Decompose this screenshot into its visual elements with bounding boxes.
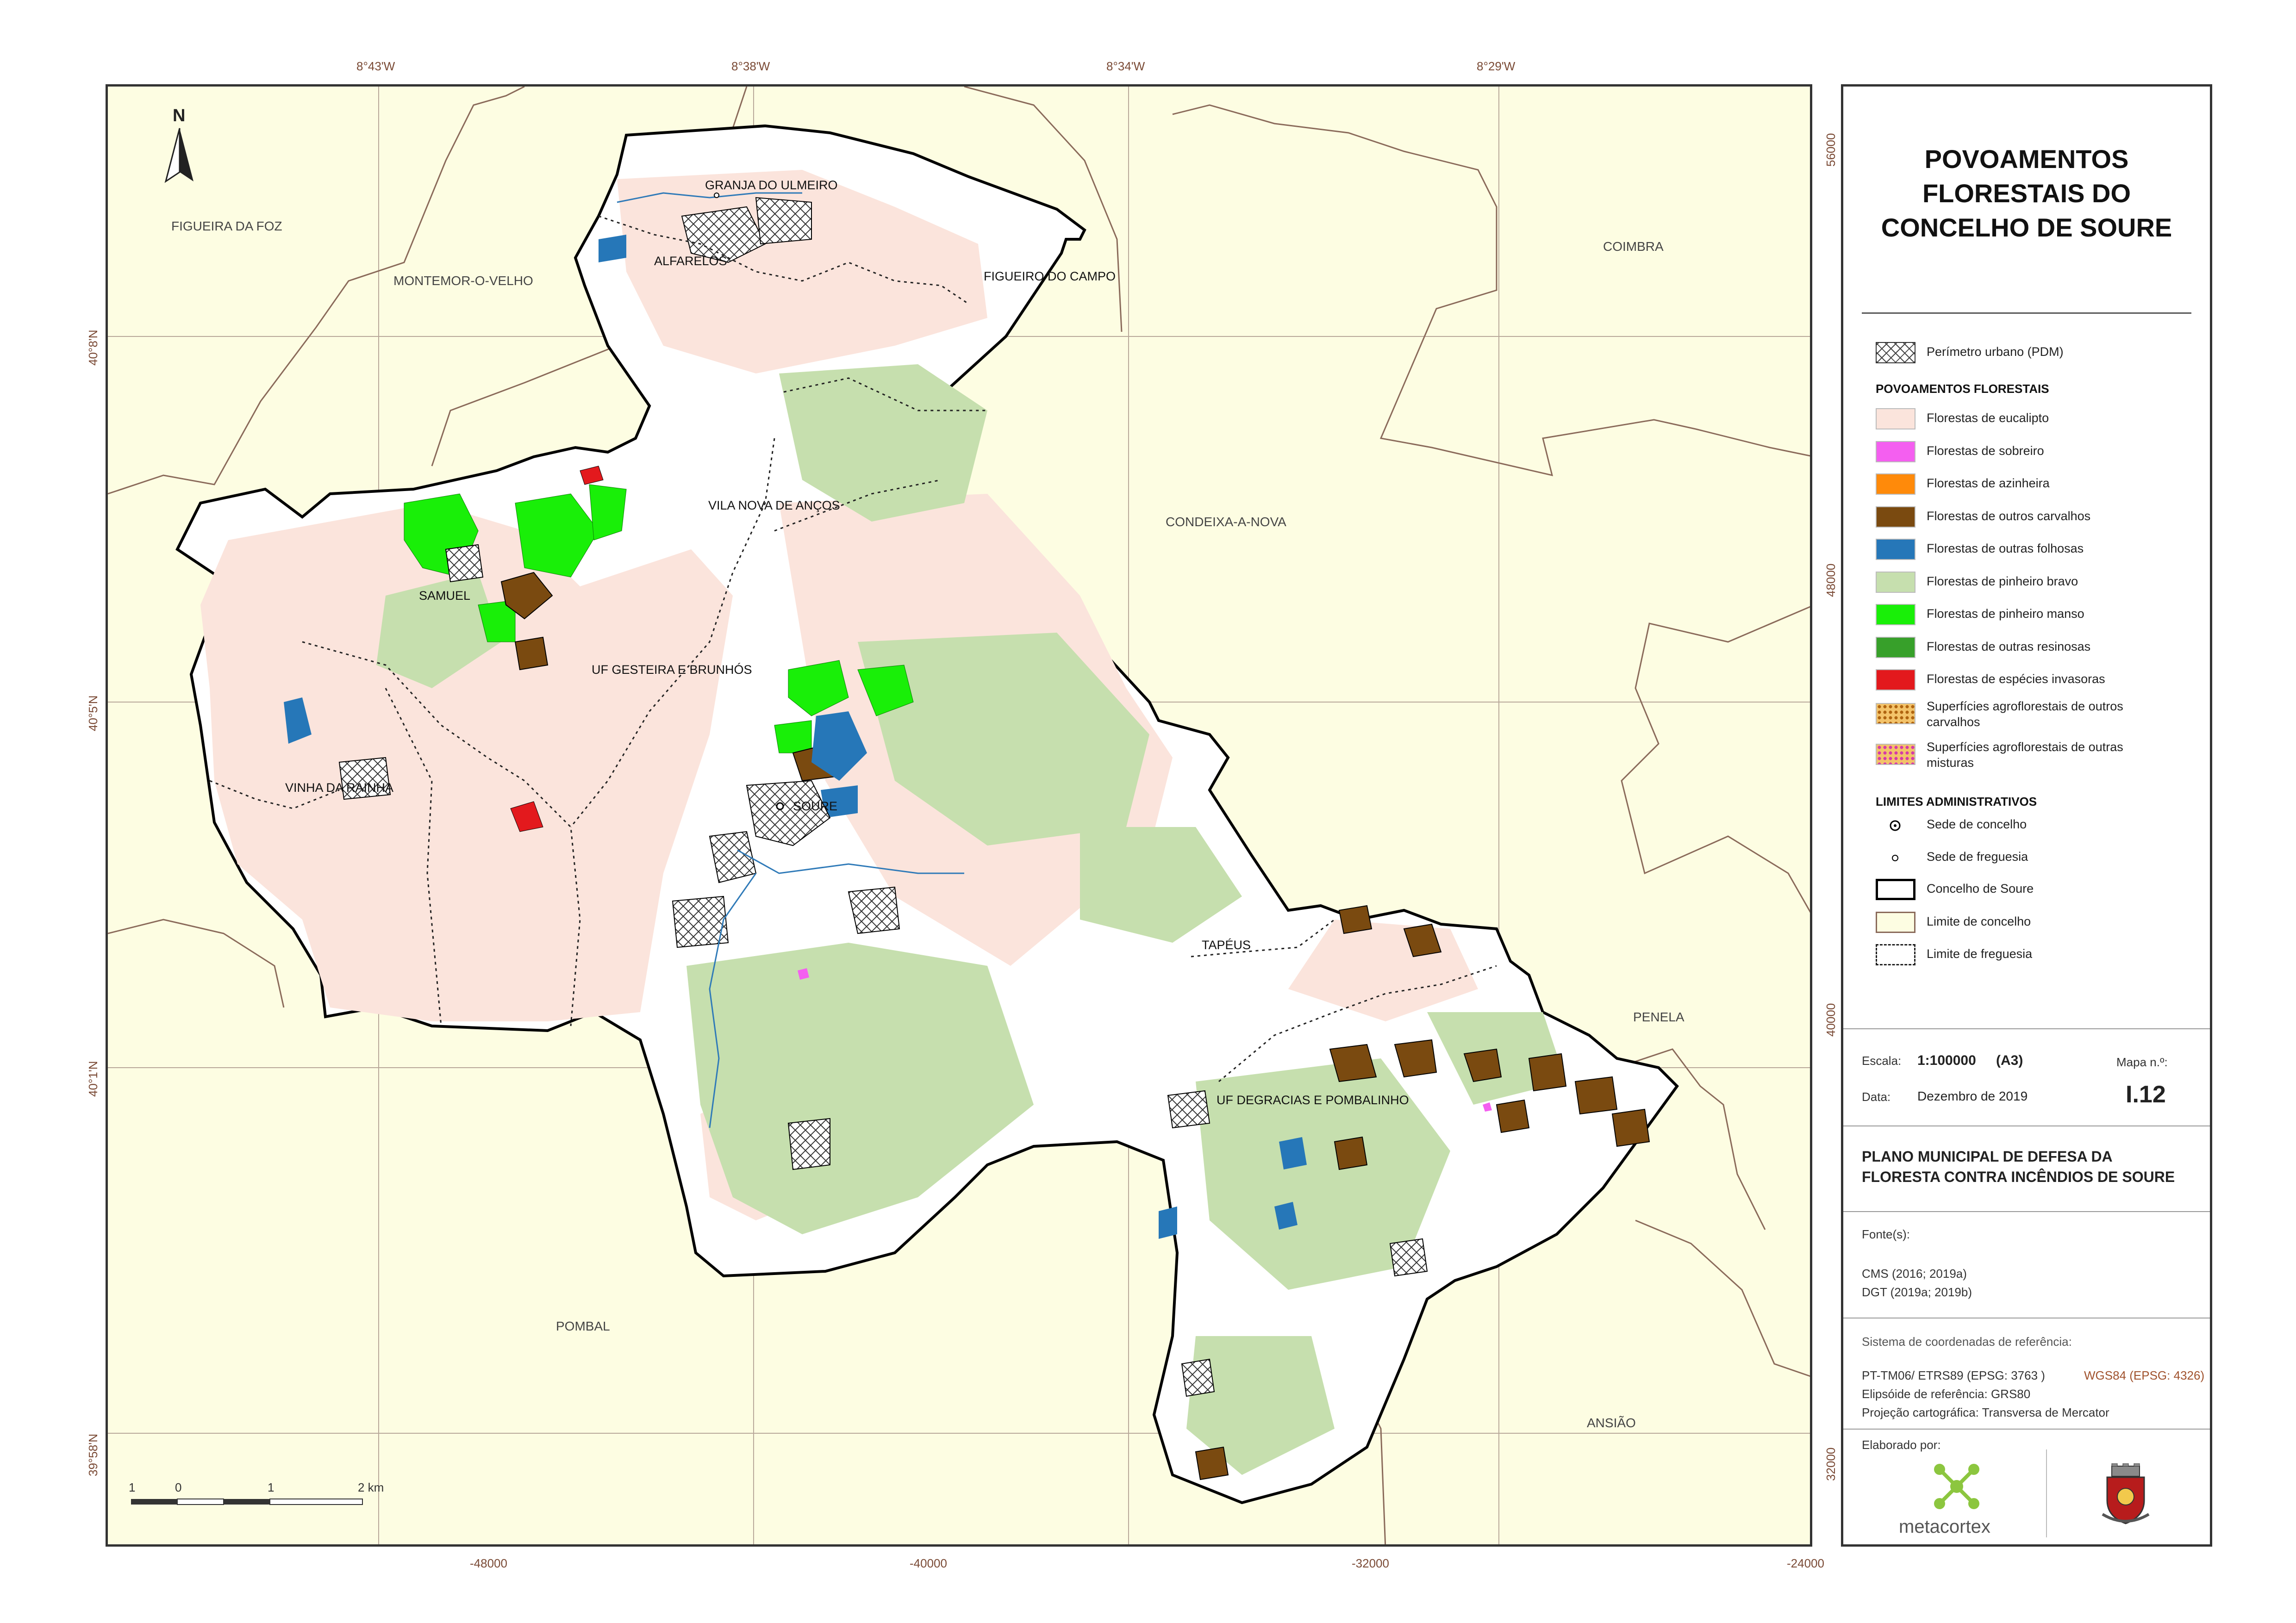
sede-concelho-symbol [1890,820,1901,831]
neighbor-label: POMBAL [556,1319,610,1333]
left-coord-label: 40°8'N [86,330,100,366]
forest-swatch [1876,473,1915,495]
neighbor-label: CONDEIXA-A-NOVA [1166,515,1286,529]
metacortex-logo-icon [1934,1464,1979,1509]
neighbor-label: COIMBRA [1603,239,1664,254]
top-coord-label: 8°43'W [356,59,395,73]
top-coord-label: 8°29'W [1477,59,1516,73]
crs-main: PT-TM06/ ETRS89 (EPSG: 3763 ) [1862,1368,2045,1382]
agroforest-swatch [1876,744,1915,765]
sources-label: Fonte(s): [1862,1227,1910,1241]
divider [1843,1028,2210,1029]
bottom-coord-label: -40000 [910,1556,947,1570]
map-number-label: Mapa n.º: [2116,1055,2168,1069]
limite-concelho-swatch [1876,912,1915,933]
right-coord-label: 32000 [1824,1447,1838,1481]
bottom-coord-label: -48000 [470,1556,507,1570]
north-arrow [164,128,193,183]
source-item: DGT (2019a; 2019b) [1862,1285,1972,1299]
forest-swatch [1876,506,1915,528]
scale-bar [131,1499,363,1505]
map-frame: N 1 0 1 2 km FIGUEIRA DA FOZ MONTEMOR-O-… [106,84,1812,1547]
town-label: VINHA DA RAINHA [285,781,394,795]
forest-swatch [1876,669,1915,690]
scale-bar-label: 0 [175,1480,182,1494]
scale-bar-label: 1 [268,1480,275,1494]
town-label: ALFARELOS [654,254,727,268]
scale-paper: (A3) [1996,1053,2023,1068]
plan-title: PLANO MUNICIPAL DE DEFESA DA FLORESTA CO… [1862,1148,2175,1185]
limite-freguesia-swatch [1876,944,1915,965]
town-label: TAPÉUS [1202,938,1251,952]
forest-swatch [1876,604,1915,625]
divider [1843,1211,2210,1212]
forest-swatch [1876,408,1915,429]
town-label: SOURE [793,799,838,813]
crs-alt: WGS84 (EPSG: 4326) [2084,1368,2205,1382]
limits-header: LIMITES ADMINISTRATIVOS [1876,795,2037,808]
urban-swatch [1876,342,1915,363]
right-coord-label: 56000 [1824,133,1838,167]
author-label: Elaborado por: [1862,1438,1941,1452]
neighbor-label: FIGUEIRA DA FOZ [171,219,282,233]
neighbor-label: PENELA [1633,1010,1685,1024]
town-label: GRANJA DO ULMEIRO [705,178,838,192]
forest-swatch [1876,441,1915,462]
forest-swatch [1876,636,1915,658]
municipal-coat-of-arms-icon [2102,1463,2150,1524]
legend-panel: POVOAMENTOS FLORESTAIS DO CONCELHO DE SO… [1841,84,2212,1547]
right-coord-label: 48000 [1824,563,1838,597]
date-label: Data: [1862,1090,1891,1104]
scale-bar-label: 2 km [358,1480,384,1494]
north-label: N [173,106,186,125]
right-coord-label: 40000 [1824,1003,1838,1037]
divider [1862,312,2191,314]
divider [1843,1429,2210,1430]
map-number: I.12 [2126,1081,2166,1108]
date-value: Dezembro de 2019 [1917,1089,2028,1103]
ellipsoid: Elipsóide de referência: GRS80 [1862,1387,2031,1401]
top-coord-label: 8°38'W [731,59,770,73]
sede-freguesia-marker [714,193,719,198]
neighbor-label: MONTEMOR-O-VELHO [393,274,533,288]
town-label: UF GESTEIRA E BRUNHÓS [592,663,752,677]
sede-concelho-marker [776,802,784,810]
map-canvas[interactable] [108,87,1812,1547]
scale-bar-label: 1 [129,1480,136,1494]
agroforest-swatch [1876,703,1915,724]
left-coord-label: 40°1'N [86,1061,100,1097]
source-item: CMS (2016; 2019a) [1862,1267,1967,1281]
sede-freguesia-symbol [1892,855,1898,861]
neighbor-label: ANSIÃO [1587,1416,1636,1430]
forest-swatch [1876,539,1915,560]
bottom-coord-label: -32000 [1352,1556,1389,1570]
town-label: FIGUEIRO DO CAMPO [984,269,1116,283]
scale-label: Escala: [1862,1054,1902,1068]
town-label: VILA NOVA DE ANÇOS [708,498,840,512]
top-coord-label: 8°34'W [1106,59,1145,73]
bottom-coord-label: -24000 [1787,1556,1824,1570]
forest-swatch [1876,571,1915,593]
map-title: POVOAMENTOS FLORESTAIS DO CONCELHO DE SO… [1881,144,2172,242]
town-label: UF DEGRACIAS E POMBALINHO [1217,1093,1409,1107]
forest-header: POVOAMENTOS FLORESTAIS [1876,382,2049,396]
scale-value: 1:100000 [1917,1053,1976,1068]
concelho-soure-swatch [1876,879,1915,900]
left-coord-label: 40°5'N [86,695,100,731]
town-label: SAMUEL [419,589,471,603]
left-coord-label: 39°58'N [86,1434,100,1476]
company-name: metacortex [1899,1517,1990,1537]
crs-label: Sistema de coordenadas de referência: [1862,1335,2072,1349]
logo-divider [2046,1449,2047,1537]
projection: Projeção cartográfica: Transversa de Mer… [1862,1405,2109,1419]
